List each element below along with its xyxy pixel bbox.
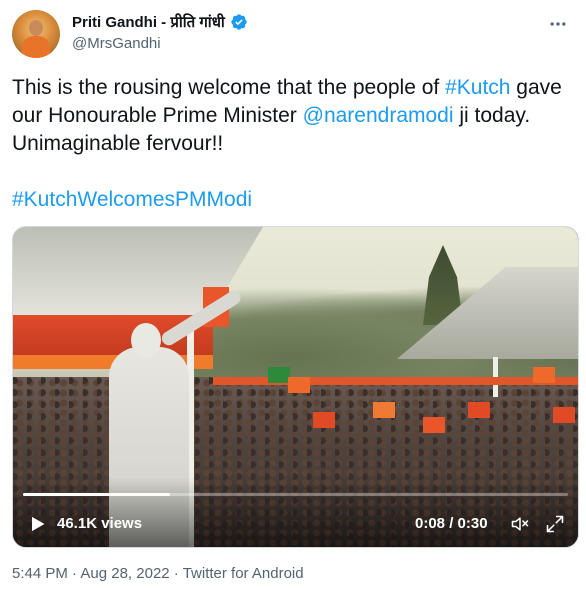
avatar[interactable] bbox=[12, 10, 60, 58]
tweet-line1-text: This is the rousing welcome that the peo… bbox=[12, 76, 446, 99]
author-display-name[interactable]: Priti Gandhi - प्रीति गांधी bbox=[72, 12, 225, 32]
author-name-row[interactable]: Priti Gandhi - प्रीति गांधी bbox=[72, 12, 248, 32]
avatar-face bbox=[29, 20, 43, 36]
video-time: 0:08 / 0:30 bbox=[415, 515, 488, 532]
fullscreen-icon[interactable] bbox=[545, 514, 565, 534]
video-controls-shade bbox=[13, 477, 578, 547]
video-flag bbox=[553, 407, 575, 423]
mention-link[interactable]: @narendramodi bbox=[303, 104, 454, 127]
meta-separator: · bbox=[169, 565, 183, 582]
tweet-body: This is the rousing welcome that the peo… bbox=[12, 74, 572, 158]
video-flag bbox=[373, 402, 395, 418]
avatar-body bbox=[22, 36, 50, 58]
tweet-text: This is the rousing welcome that the peo… bbox=[12, 74, 572, 214]
more-icon[interactable] bbox=[548, 14, 568, 37]
volume-icon[interactable] bbox=[509, 514, 531, 534]
hashtag-line: #KutchWelcomesPMModi bbox=[12, 186, 572, 214]
video-flag bbox=[468, 402, 490, 418]
video-flag bbox=[268, 367, 290, 383]
video-progress-fill bbox=[23, 493, 171, 496]
tweet-meta: 5:44 PM · Aug 28, 2022 · Twitter for And… bbox=[12, 565, 304, 582]
more-dots-icon bbox=[550, 22, 566, 26]
meta-separator: · bbox=[67, 565, 81, 582]
verified-badge-icon bbox=[231, 14, 247, 30]
video-flag bbox=[423, 417, 445, 433]
hashtag-kutch-link[interactable]: #Kutch bbox=[445, 76, 510, 99]
tweet-time[interactable]: 5:44 PM bbox=[12, 565, 68, 582]
video-player[interactable]: 46.1K views 0:08 / 0:30 bbox=[12, 226, 579, 548]
video-progress-bar[interactable] bbox=[23, 493, 568, 496]
video-flag bbox=[288, 377, 310, 393]
tweet-source[interactable]: Twitter for Android bbox=[183, 565, 304, 582]
video-flag bbox=[313, 412, 335, 428]
play-icon[interactable] bbox=[27, 514, 47, 534]
hashtag-main-link[interactable]: #KutchWelcomesPMModi bbox=[12, 188, 252, 211]
author-handle[interactable]: @MrsGandhi bbox=[72, 35, 161, 52]
video-person-head bbox=[131, 323, 161, 357]
video-views: 46.1K views bbox=[57, 515, 143, 532]
tweet-date[interactable]: Aug 28, 2022 bbox=[80, 565, 169, 582]
video-flag bbox=[533, 367, 555, 383]
